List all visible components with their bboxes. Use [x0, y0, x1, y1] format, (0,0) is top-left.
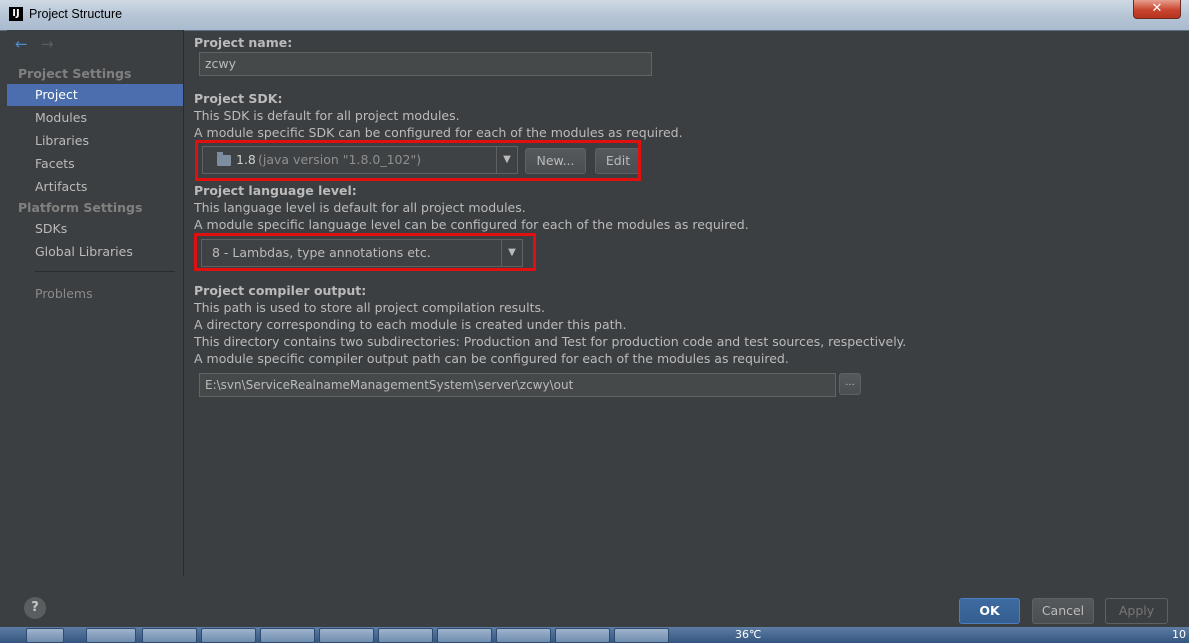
- project-sdk-desc-1: This SDK is default for all project modu…: [194, 108, 460, 123]
- project-name-input[interactable]: zcwy: [199, 52, 652, 76]
- cancel-button[interactable]: Cancel: [1032, 598, 1094, 624]
- sdk-highlight-box: [195, 140, 641, 181]
- sidebar-item-problems[interactable]: Problems: [7, 283, 183, 305]
- nav-arrows: ← →: [15, 36, 57, 52]
- sidebar-item-project[interactable]: Project: [7, 84, 183, 106]
- compiler-output-path-input[interactable]: E:\svn\ServiceRealnameManagementSystem\s…: [199, 373, 836, 397]
- taskbar: 36℃ 10: [0, 627, 1189, 643]
- sidebar: ← → Project Settings Project Modules Lib…: [7, 30, 184, 576]
- ok-button[interactable]: OK: [959, 598, 1020, 624]
- window-title: Project Structure: [29, 7, 123, 21]
- sidebar-item-facets[interactable]: Facets: [7, 153, 183, 175]
- intellij-icon: IJ: [9, 7, 23, 21]
- project-name-label: Project name:: [194, 35, 293, 50]
- taskbar-firefox-icon[interactable]: [496, 628, 551, 643]
- dialog-footer: ? OK Cancel Apply: [0, 577, 1189, 627]
- project-sdk-desc-2: A module specific SDK can be configured …: [194, 125, 683, 140]
- language-level-highlight-box: [194, 233, 536, 271]
- language-level-desc-1: This language level is default for all p…: [194, 200, 526, 215]
- taskbar-chrome-icon[interactable]: [201, 628, 256, 643]
- language-level-desc-2: A module specific language level can be …: [194, 217, 749, 232]
- sidebar-item-artifacts[interactable]: Artifacts: [7, 176, 183, 198]
- compiler-output-desc-2: A directory corresponding to each module…: [194, 317, 627, 332]
- project-sdk-label: Project SDK:: [194, 91, 283, 106]
- compiler-output-desc-3: This directory contains two subdirectori…: [194, 334, 907, 349]
- sidebar-item-global-libraries[interactable]: Global Libraries: [7, 241, 183, 263]
- start-button[interactable]: [26, 628, 64, 643]
- sidebar-item-sdks[interactable]: SDKs: [7, 218, 183, 240]
- section-project-settings: Project Settings: [18, 66, 132, 81]
- title-bar: IJ Project Structure ✕: [0, 0, 1189, 31]
- taskbar-temperature: 36℃: [735, 628, 762, 641]
- compiler-output-label: Project compiler output:: [194, 283, 367, 298]
- taskbar-intellij-icon[interactable]: [614, 628, 669, 643]
- taskbar-folder-icon[interactable]: [142, 628, 197, 643]
- taskbar-ie-icon[interactable]: [86, 628, 136, 643]
- section-platform-settings: Platform Settings: [18, 200, 143, 215]
- sidebar-item-libraries[interactable]: Libraries: [7, 130, 183, 152]
- apply-button[interactable]: Apply: [1105, 598, 1168, 624]
- sidebar-divider: [35, 271, 175, 272]
- taskbar-excel-icon[interactable]: [378, 628, 433, 643]
- taskbar-mail-icon[interactable]: [319, 628, 374, 643]
- browse-button[interactable]: ...: [839, 373, 861, 395]
- language-level-label: Project language level:: [194, 183, 357, 198]
- taskbar-app-icon[interactable]: [260, 628, 315, 643]
- taskbar-green-app-icon[interactable]: [437, 628, 492, 643]
- sidebar-item-modules[interactable]: Modules: [7, 107, 183, 129]
- forward-arrow-icon[interactable]: →: [41, 36, 57, 52]
- help-icon[interactable]: ?: [24, 597, 46, 619]
- main-panel: Project name: zcwy Project SDK: This SDK…: [184, 30, 1182, 576]
- taskbar-clock: 10: [1172, 628, 1186, 641]
- compiler-output-desc-4: A module specific compiler output path c…: [194, 351, 789, 366]
- back-arrow-icon[interactable]: ←: [15, 36, 31, 52]
- close-button[interactable]: ✕: [1133, 0, 1181, 19]
- taskbar-vs-icon[interactable]: [555, 628, 610, 643]
- compiler-output-desc-1: This path is used to store all project c…: [194, 300, 545, 315]
